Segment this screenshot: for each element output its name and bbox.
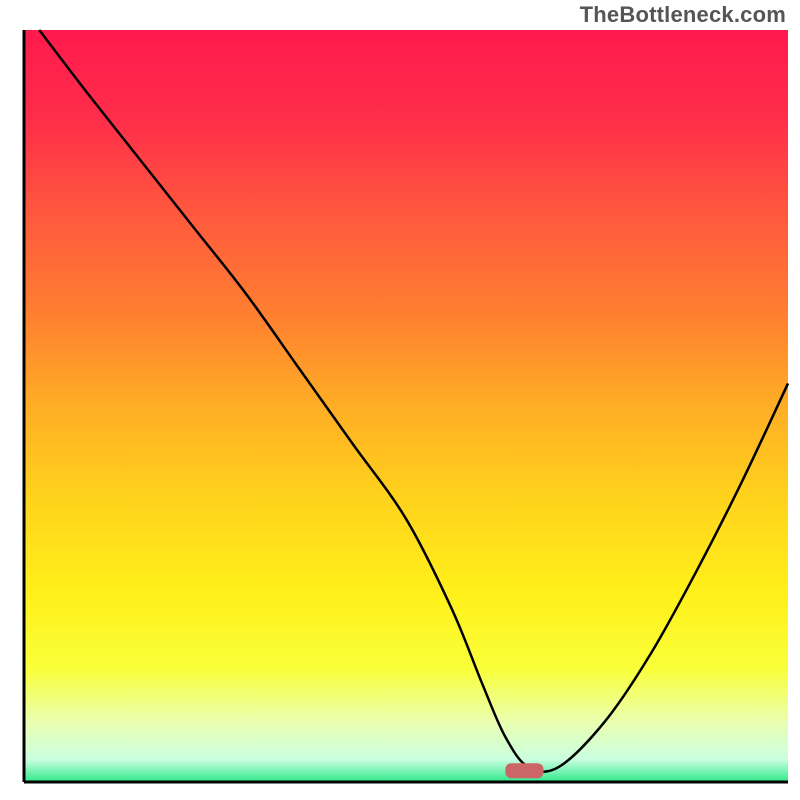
bottleneck-chart [0,0,800,800]
chart-container: TheBottleneck.com [0,0,800,800]
optimal-marker [505,763,543,778]
watermark-text: TheBottleneck.com [580,2,786,28]
plot-background [24,30,788,782]
